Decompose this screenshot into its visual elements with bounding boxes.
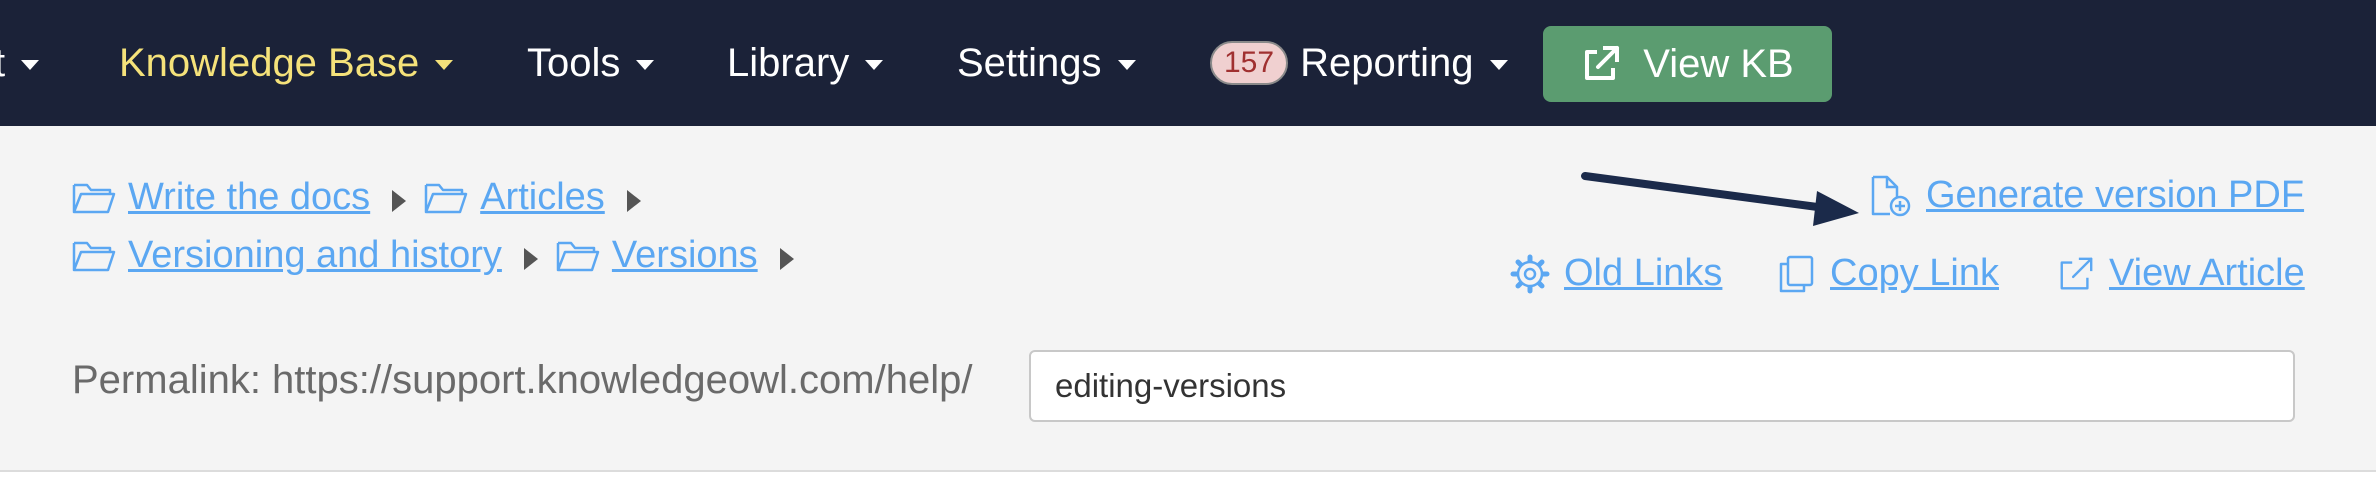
nav-item-tools[interactable]: Tools <box>527 0 655 126</box>
breadcrumb-item[interactable]: Articles <box>424 176 605 219</box>
breadcrumb: Write the docs Articles <box>72 176 659 219</box>
folder-icon <box>72 241 116 271</box>
view-kb-button[interactable]: View KB <box>1543 26 1832 102</box>
folder-icon <box>72 183 116 213</box>
nav-item-settings[interactable]: Settings <box>957 0 1136 126</box>
caret-down-icon <box>636 60 655 70</box>
breadcrumb-item[interactable]: Versions <box>556 234 758 277</box>
breadcrumb: Versioning and history Versions <box>72 234 812 277</box>
nav-item-label: Library <box>727 40 850 85</box>
nav-item-label: Knowledge Base <box>119 40 420 85</box>
view-article-label: View Article <box>2109 252 2305 294</box>
breadcrumb-label: Versioning and history <box>128 234 502 276</box>
annotation-arrow <box>1581 172 1859 226</box>
caret-down-icon <box>1117 60 1136 70</box>
copy-link-label: Copy Link <box>1830 252 1999 294</box>
caret-right-icon <box>779 247 794 270</box>
caret-right-icon <box>626 189 641 212</box>
permalink-slug-input[interactable] <box>1029 350 2295 422</box>
breadcrumb-label: Versions <box>611 234 758 276</box>
external-link-icon <box>1585 46 1620 80</box>
caret-down-icon <box>1489 60 1508 70</box>
external-link-icon <box>2060 257 2093 289</box>
nav-item-reporting[interactable]: 157 Reporting <box>1210 0 1508 126</box>
permalink-label: Permalink: https://support.knowledgeowl.… <box>72 358 973 402</box>
notification-badge: 157 <box>1210 41 1289 85</box>
view-kb-label: View KB <box>1643 41 1794 86</box>
nav-item-label: Settings <box>957 40 1102 85</box>
old-links-link[interactable]: Old Links <box>1510 252 1722 295</box>
view-article-link[interactable]: View Article <box>2057 252 2305 295</box>
file-plus-icon <box>1871 175 1911 216</box>
old-links-label: Old Links <box>1564 252 1723 294</box>
folder-icon <box>556 241 600 271</box>
caret-right-icon <box>392 189 407 212</box>
copy-icon <box>1779 255 1814 292</box>
breadcrumb-item[interactable]: Write the docs <box>72 176 370 219</box>
breadcrumb-label: Articles <box>480 176 605 218</box>
top-nav: t Knowledge Base Tools Library Settings … <box>0 0 2376 126</box>
folder-icon <box>424 183 468 213</box>
generate-version-pdf-label: Generate version PDF <box>1926 174 2305 216</box>
breadcrumb-item[interactable]: Versioning and history <box>72 234 502 277</box>
caret-down-icon <box>435 60 454 70</box>
nav-item-label: Tools <box>527 40 621 85</box>
caret-down-icon <box>21 60 40 70</box>
nav-item-label: Reporting <box>1300 40 1474 85</box>
gear-icon <box>1510 254 1550 293</box>
nav-item-truncated[interactable]: t <box>0 0 40 126</box>
nav-item-knowledge-base[interactable]: Knowledge Base <box>119 0 454 126</box>
nav-item-library[interactable]: Library <box>727 0 884 126</box>
copy-link-link[interactable]: Copy Link <box>1776 252 1999 295</box>
article-header-panel: Write the docs Articles Versioning and h… <box>0 126 2376 472</box>
nav-item-label: t <box>0 41 5 86</box>
caret-right-icon <box>523 247 538 270</box>
caret-down-icon <box>865 60 884 70</box>
breadcrumb-label: Write the docs <box>128 176 371 218</box>
generate-version-pdf-link[interactable]: Generate version PDF <box>1868 174 2304 217</box>
